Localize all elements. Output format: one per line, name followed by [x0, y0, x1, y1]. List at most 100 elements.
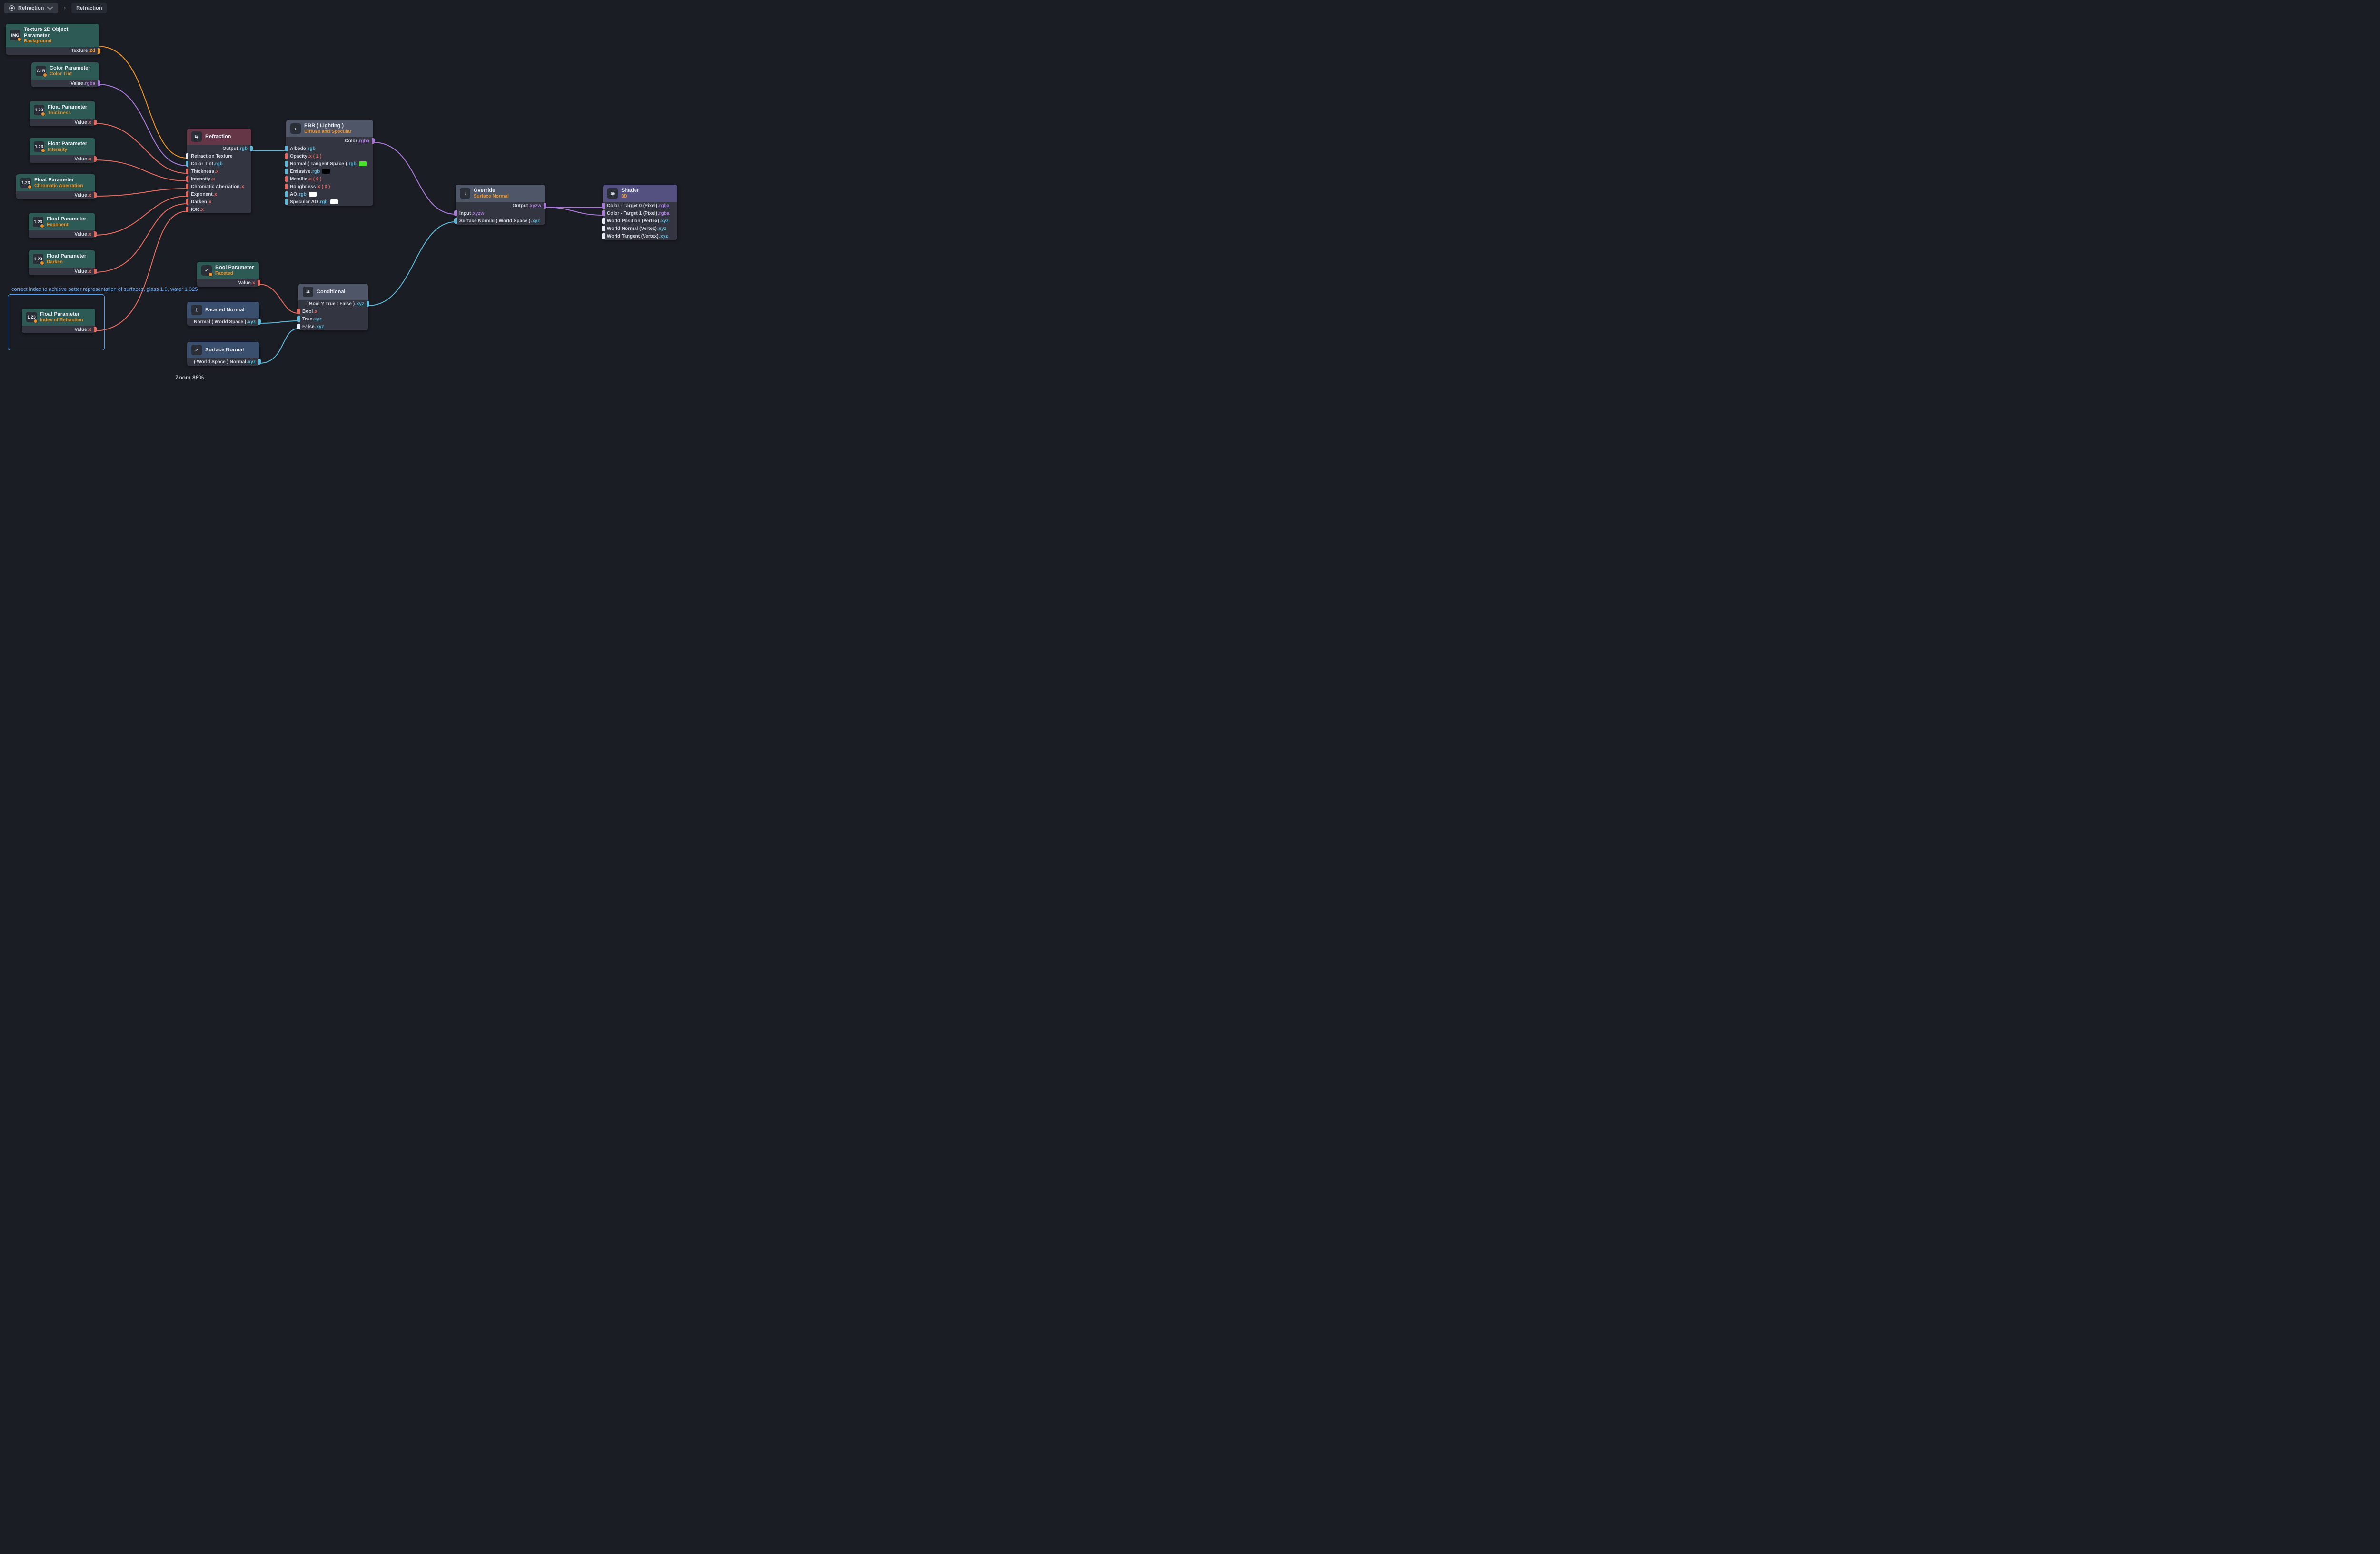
texture-icon: IMG: [10, 30, 20, 40]
node-subtitle: Exponent: [47, 222, 86, 228]
node-title: Float Parameter: [47, 253, 86, 259]
node-subtitle: Faceted: [215, 271, 254, 277]
port-output[interactable]: Output.rgb: [187, 145, 251, 152]
zoom-indicator: Zoom 88%: [175, 374, 204, 381]
node-exponent[interactable]: 1.23 Float ParameterExponent Value.x: [29, 213, 95, 238]
node-shader[interactable]: ◉ Shader3D Color - Target 0 (Pixel).rgba…: [603, 185, 677, 240]
node-title: PBR ( Lighting ): [304, 123, 351, 129]
node-subtitle: Thickness: [48, 110, 87, 116]
port-target0[interactable]: Color - Target 0 (Pixel).rgba: [603, 202, 677, 209]
node-chromatic-aberration[interactable]: 1.23 Float ParameterChromatic Aberration…: [16, 174, 95, 199]
port-worldpos[interactable]: World Position (Vertex).xyz: [603, 217, 677, 225]
port-color-tint[interactable]: Color Tint.rgb: [187, 160, 251, 168]
node-conditional[interactable]: ⇄ Conditional ( Bool ? True : False ).xy…: [298, 284, 368, 330]
shader-icon: ◉: [607, 188, 618, 199]
pbr-icon: ◐: [290, 123, 301, 134]
port-normal-out[interactable]: ( World Space ) Normal.xyz: [187, 358, 259, 366]
port-surfnorm[interactable]: Surface Normal ( World Space ).xyz: [456, 217, 545, 225]
node-title: Refraction: [205, 134, 231, 140]
breadcrumb-current[interactable]: Refraction: [71, 3, 107, 13]
port-chrom-ab[interactable]: Chromatic Aberration.x: [187, 183, 251, 190]
port-thickness[interactable]: Thickness.x: [187, 168, 251, 175]
float-icon: 1.23: [34, 141, 44, 152]
port-value-out[interactable]: Value.x: [30, 119, 95, 126]
float-icon: 1.23: [20, 178, 31, 188]
node-faceted-normal[interactable]: ↥ Faceted Normal Normal ( World Space ).…: [187, 302, 259, 326]
port-value-out[interactable]: Value.x: [29, 268, 95, 275]
port-worldtan[interactable]: World Tangent (Vertex).xyz: [603, 232, 677, 240]
swatch-icon: [322, 169, 330, 174]
port-ior[interactable]: IOR.x: [187, 206, 251, 213]
node-thickness[interactable]: 1.23 Float ParameterThickness Value.x: [30, 101, 95, 126]
node-surface-normal[interactable]: ↗ Surface Normal ( World Space ) Normal.…: [187, 342, 259, 366]
breadcrumb-root-label: Refraction: [18, 5, 44, 11]
node-title: Float Parameter: [48, 104, 87, 110]
node-canvas[interactable]: IMG Texture 2D Object ParameterBackgroun…: [0, 16, 694, 388]
port-specao[interactable]: Specular AO.rgb: [286, 198, 373, 206]
node-texture2d[interactable]: IMG Texture 2D Object ParameterBackgroun…: [6, 24, 99, 55]
port-intensity[interactable]: Intensity.x: [187, 175, 251, 183]
port-value-out[interactable]: Value.x: [30, 155, 95, 163]
swatch-icon: [309, 192, 317, 197]
node-override[interactable]: ↓ OverrideSurface Normal Output.xyzw Inp…: [456, 185, 545, 225]
node-pbr[interactable]: ◐ PBR ( Lighting )Diffuse and Specular C…: [286, 120, 373, 206]
swatch-icon: [330, 199, 338, 204]
node-subtitle: Intensity: [48, 147, 87, 153]
port-value-out[interactable]: Value.rgba: [31, 80, 99, 87]
node-title: Float Parameter: [40, 311, 83, 318]
port-input[interactable]: Input.xyzw: [456, 209, 545, 217]
node-subtitle: Color Tint: [50, 71, 90, 77]
port-output[interactable]: Output.xyzw: [456, 202, 545, 209]
port-value-out[interactable]: Value.x: [197, 279, 259, 287]
port-worldnorm[interactable]: World Normal (Vertex).xyz: [603, 225, 677, 232]
port-value-out[interactable]: Value.x: [29, 230, 95, 238]
override-icon: ↓: [460, 188, 470, 199]
node-title: Conditional: [317, 289, 346, 295]
breadcrumb-bar: Refraction › Refraction: [0, 0, 694, 16]
node-refraction[interactable]: ⇆ Refraction Output.rgb Refraction Textu…: [187, 129, 251, 213]
node-bool-faceted[interactable]: ✓ Bool ParameterFaceted Value.x: [197, 262, 259, 287]
port-color-out[interactable]: Color.rgba: [286, 137, 373, 145]
node-title: Color Parameter: [50, 65, 90, 71]
node-subtitle: Background: [24, 39, 95, 44]
port-ao[interactable]: AO.rgb: [286, 190, 373, 198]
float-icon: 1.23: [34, 105, 44, 115]
port-emissive[interactable]: Emissive.rgb: [286, 168, 373, 175]
float-icon: 1.23: [26, 312, 37, 322]
port-normal-out[interactable]: Normal ( World Space ).xyz: [187, 318, 259, 326]
node-color-param[interactable]: CLR Color ParameterColor Tint Value.rgba: [31, 62, 99, 87]
swatch-icon: [359, 161, 367, 166]
port-albedo[interactable]: Albedo.rgb: [286, 145, 373, 152]
node-title: Override: [474, 188, 509, 194]
port-normal[interactable]: Normal ( Tangent Space ).rgb: [286, 160, 373, 168]
port-cond-out[interactable]: ( Bool ? True : False ).xyz: [298, 300, 368, 308]
node-subtitle: Surface Normal: [474, 194, 509, 199]
port-darken[interactable]: Darken.x: [187, 198, 251, 206]
material-icon: [9, 5, 15, 11]
port-texture-out[interactable]: Texture.2d: [6, 47, 99, 55]
port-exponent[interactable]: Exponent.x: [187, 190, 251, 198]
color-icon: CLR: [36, 66, 46, 76]
port-bool[interactable]: Bool.x: [298, 308, 368, 315]
node-title: Faceted Normal: [205, 307, 245, 313]
port-opacity[interactable]: Opacity.x ( 1 ): [286, 152, 373, 160]
port-value-out[interactable]: Value.x: [16, 191, 95, 199]
float-icon: 1.23: [33, 217, 43, 227]
port-refr-tex[interactable]: Refraction Texture: [187, 152, 251, 160]
node-darken[interactable]: 1.23 Float ParameterDarken Value.x: [29, 250, 95, 275]
faceted-icon: ↥: [191, 305, 202, 315]
node-subtitle: Chromatic Aberration: [34, 183, 83, 189]
node-title: Bool Parameter: [215, 265, 254, 271]
port-false[interactable]: False.xyz: [298, 323, 368, 330]
port-true[interactable]: True.xyz: [298, 315, 368, 323]
port-target1[interactable]: Color - Target 1 (Pixel).rgba: [603, 209, 677, 217]
port-metallic[interactable]: Metallic.x ( 0 ): [286, 175, 373, 183]
breadcrumb-root[interactable]: Refraction: [4, 3, 58, 13]
node-title: Float Parameter: [48, 141, 87, 147]
node-ior[interactable]: 1.23 Float ParameterIndex of Refraction …: [22, 309, 95, 333]
node-title: Surface Normal: [205, 347, 244, 353]
port-roughness[interactable]: Roughness.x ( 0 ): [286, 183, 373, 190]
node-title: Texture 2D Object Parameter: [24, 27, 95, 39]
node-intensity[interactable]: 1.23 Float ParameterIntensity Value.x: [30, 138, 95, 163]
port-value-out[interactable]: Value.x: [22, 326, 95, 333]
